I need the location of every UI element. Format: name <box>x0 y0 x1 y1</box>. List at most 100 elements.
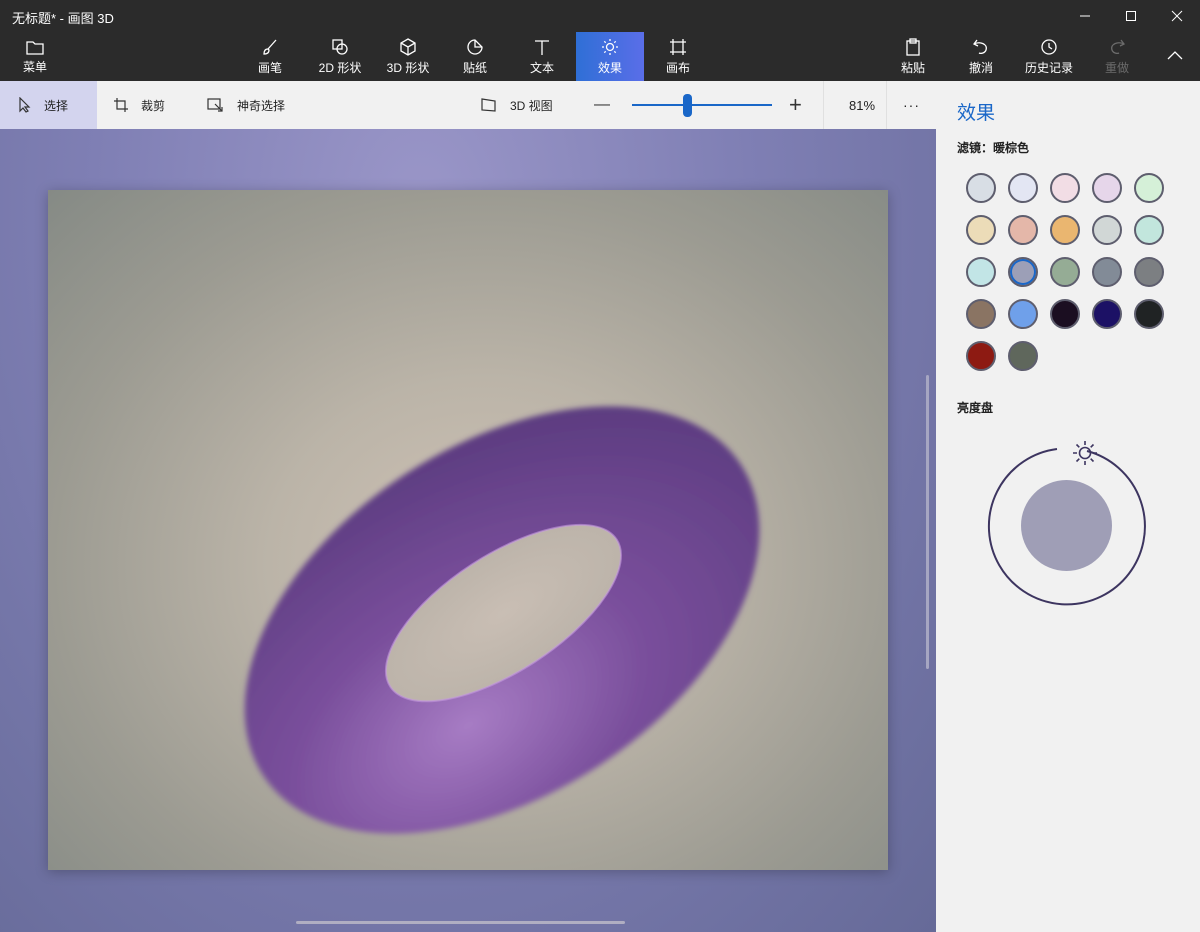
filter-swatch[interactable] <box>1008 257 1038 287</box>
filter-swatch[interactable] <box>1134 299 1164 329</box>
panel-title: 效果 <box>957 103 996 124</box>
history-button[interactable]: 历史记录 <box>1018 32 1080 81</box>
torus-3d-object[interactable] <box>48 190 888 870</box>
menu-label: 菜单 <box>22 59 47 74</box>
text-icon <box>535 39 549 55</box>
close-icon <box>1171 10 1183 22</box>
tool-3d-shapes[interactable]: 3D 形状 <box>378 32 438 81</box>
redo-button[interactable]: 重做 <box>1094 32 1140 81</box>
filter-swatch[interactable] <box>966 299 996 329</box>
ribbon: 菜单 画笔 2D 形状 3D 形状 贴纸 文本 效果 画布 粘贴 撤消 历史记录 <box>0 32 1200 81</box>
brush-icon <box>263 39 277 55</box>
folder-icon <box>26 40 44 55</box>
filter-swatch[interactable] <box>966 257 996 287</box>
filter-swatch[interactable] <box>1092 299 1122 329</box>
tool-effects[interactable]: 效果 <box>576 32 644 81</box>
view-3d-toggle[interactable]: 3D 视图 <box>480 81 553 129</box>
select-tool[interactable]: 选择 <box>0 81 97 129</box>
vertical-scrollbar[interactable] <box>926 375 929 669</box>
sticker-icon <box>467 38 483 55</box>
tool-label: 贴纸 <box>462 60 487 75</box>
undo-icon <box>973 39 987 54</box>
cube-icon <box>400 37 416 56</box>
tool-sticker[interactable]: 贴纸 <box>450 32 500 81</box>
magic-select-icon <box>207 98 223 112</box>
crop-label: 裁剪 <box>141 98 166 113</box>
filter-swatch[interactable] <box>966 215 996 245</box>
toolbar-divider <box>823 81 824 129</box>
paste-button[interactable]: 粘贴 <box>890 32 936 81</box>
magic-select-tool[interactable]: 神奇选择 <box>207 81 285 129</box>
effects-panel: 效果 滤镜：暖棕色 亮度盘 <box>936 81 1200 932</box>
filter-swatch[interactable] <box>1092 215 1122 245</box>
crop-icon <box>114 98 128 112</box>
minimize-icon <box>1080 15 1090 17</box>
select-label: 选择 <box>44 98 69 113</box>
action-label: 撤消 <box>968 60 993 75</box>
zoom-slider-thumb[interactable] <box>683 94 692 117</box>
filter-swatch[interactable] <box>1008 173 1038 203</box>
tool-label: 3D 形状 <box>386 60 430 75</box>
filter-swatch[interactable] <box>1008 299 1038 329</box>
view-3d-label: 3D 视图 <box>510 98 553 113</box>
redo-icon <box>1111 39 1125 54</box>
filter-swatch[interactable] <box>1050 215 1080 245</box>
zoom-in-button[interactable]: + <box>789 81 802 129</box>
history-icon <box>1041 38 1057 55</box>
filter-swatch[interactable] <box>1050 257 1080 287</box>
minimize-button[interactable] <box>1062 0 1108 32</box>
zoom-slider-track[interactable] <box>632 104 772 106</box>
tool-brush[interactable]: 画笔 <box>245 32 295 81</box>
tool-label: 画布 <box>665 60 690 75</box>
filter-swatch[interactable] <box>966 173 996 203</box>
filter-swatch[interactable] <box>1134 173 1164 203</box>
close-button[interactable] <box>1154 0 1200 32</box>
filter-swatch[interactable] <box>1008 215 1038 245</box>
filter-swatch[interactable] <box>1008 341 1038 371</box>
action-label: 历史记录 <box>1024 60 1073 75</box>
zoom-out-button[interactable]: — <box>594 81 610 129</box>
tool-label: 文本 <box>529 60 554 75</box>
title-bar: 无标题* - 画图 3D <box>0 0 1200 32</box>
chevron-up-icon <box>1167 51 1183 60</box>
horizontal-scrollbar[interactable] <box>296 921 625 924</box>
undo-button[interactable]: 撤消 <box>958 32 1004 81</box>
collapse-ribbon-button[interactable] <box>1158 32 1192 81</box>
toolbar-divider <box>886 81 887 129</box>
zoom-percentage[interactable]: 81% <box>849 81 875 129</box>
filter-label: 滤镜：暖棕色 <box>957 141 1030 155</box>
magic-select-label: 神奇选择 <box>237 98 286 113</box>
canvas-icon <box>670 38 686 55</box>
action-label: 粘贴 <box>900 60 925 75</box>
tool-text[interactable]: 文本 <box>517 32 567 81</box>
sun-icon <box>602 38 618 55</box>
brightness-dial-knob[interactable] <box>1021 480 1112 571</box>
filter-swatch[interactable] <box>1092 257 1122 287</box>
tool-label: 2D 形状 <box>318 60 362 75</box>
filter-swatch[interactable] <box>966 341 996 371</box>
crop-tool[interactable]: 裁剪 <box>113 81 165 129</box>
shapes-2d-icon <box>332 38 348 55</box>
drawing-canvas[interactable] <box>48 190 888 870</box>
tool-canvas[interactable]: 画布 <box>653 32 703 81</box>
paste-icon <box>906 37 920 56</box>
view-3d-icon <box>481 98 496 112</box>
filter-swatch[interactable] <box>1050 173 1080 203</box>
brightness-label: 亮度盘 <box>957 401 994 415</box>
tool-label: 画笔 <box>257 60 282 75</box>
filter-swatch[interactable] <box>1050 299 1080 329</box>
filter-swatch[interactable] <box>1092 173 1122 203</box>
action-label: 重做 <box>1104 60 1129 75</box>
window-title: 无标题* - 画图 3D <box>12 11 114 26</box>
maximize-icon <box>1126 11 1136 21</box>
tool-label: 效果 <box>597 60 622 75</box>
filter-swatch[interactable] <box>1134 215 1164 245</box>
sun-icon <box>1073 441 1097 465</box>
more-options-button[interactable]: ··· <box>903 81 920 129</box>
maximize-button[interactable] <box>1108 0 1154 32</box>
cursor-icon <box>19 97 31 113</box>
menu-button[interactable]: 菜单 <box>12 32 58 81</box>
filter-swatch[interactable] <box>1134 257 1164 287</box>
workspace <box>0 129 936 932</box>
tool-2d-shapes[interactable]: 2D 形状 <box>310 32 370 81</box>
